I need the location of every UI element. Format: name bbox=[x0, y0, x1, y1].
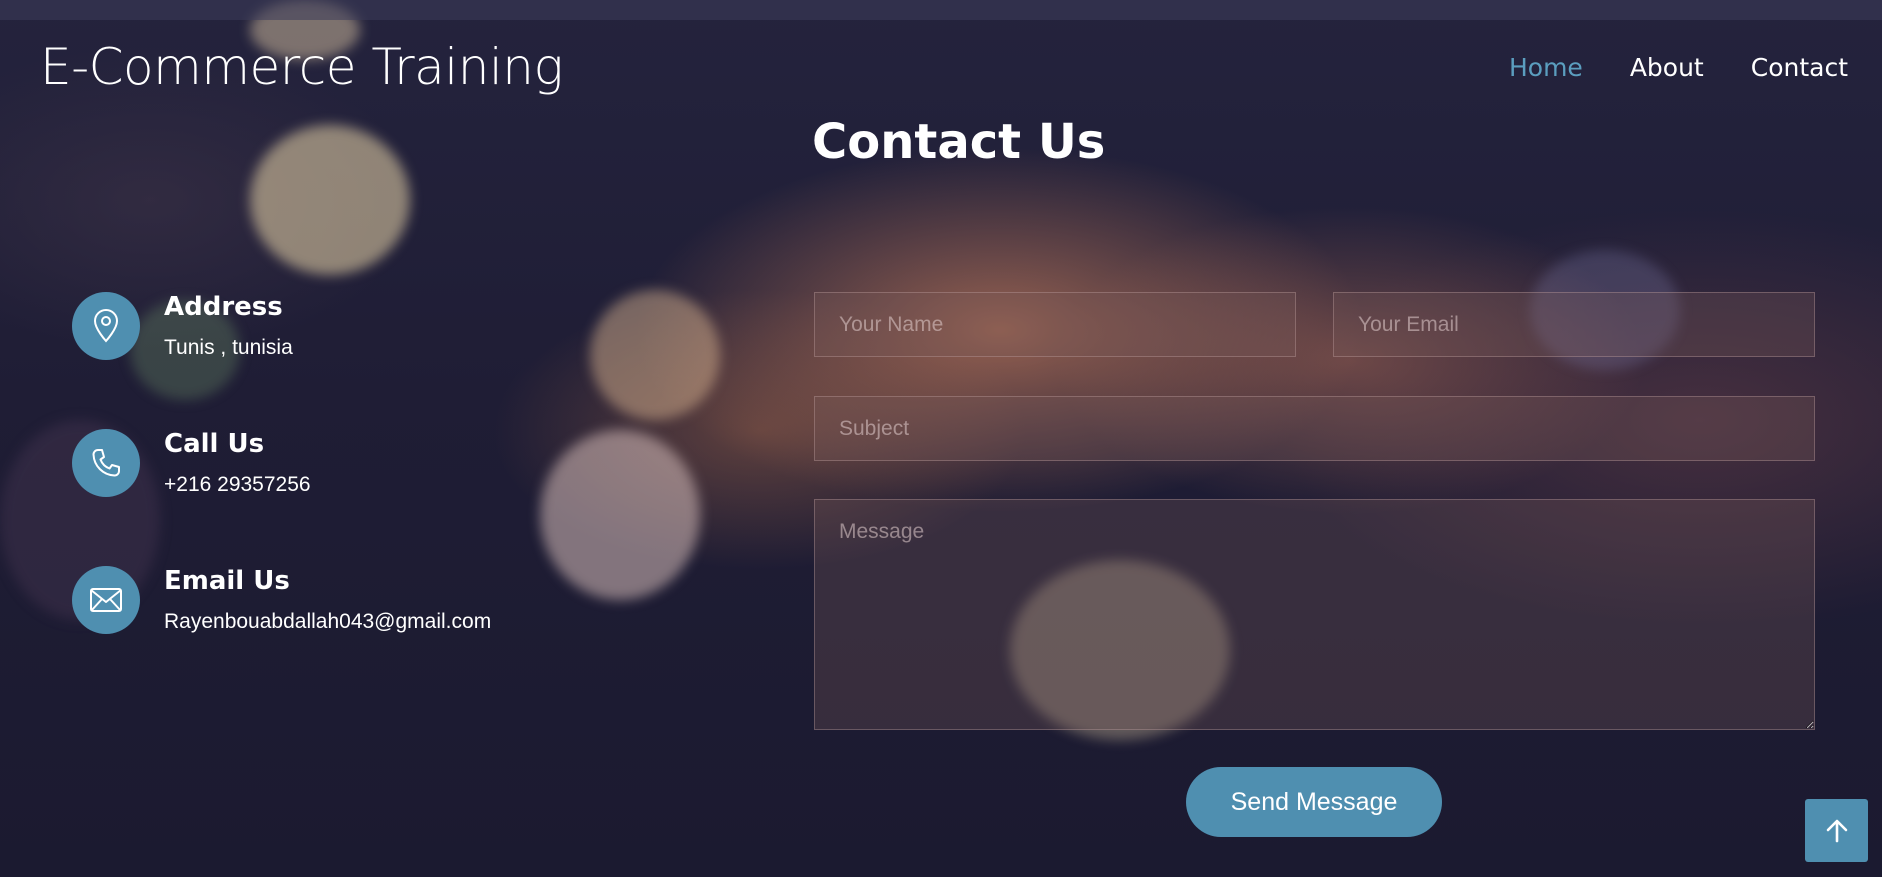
email-heading: Email Us bbox=[164, 566, 290, 596]
name-input[interactable] bbox=[814, 292, 1296, 357]
main-nav: Home About Contact bbox=[1509, 53, 1848, 82]
address-value: Tunis , tunisia bbox=[164, 336, 293, 359]
map-pin-icon bbox=[72, 292, 140, 360]
nav-contact[interactable]: Contact bbox=[1751, 53, 1848, 82]
send-message-button[interactable]: Send Message bbox=[1186, 767, 1442, 837]
site-logo[interactable]: E-Commerce Training bbox=[40, 38, 563, 96]
page-title: Contact Us bbox=[812, 114, 1106, 170]
nav-home[interactable]: Home bbox=[1509, 53, 1583, 82]
phone-icon bbox=[72, 429, 140, 497]
nav-about[interactable]: About bbox=[1630, 53, 1704, 82]
scroll-to-top-button[interactable] bbox=[1805, 799, 1868, 862]
subject-input[interactable] bbox=[814, 396, 1815, 461]
top-strip bbox=[0, 0, 1882, 20]
address-heading: Address bbox=[164, 292, 283, 322]
arrow-up-icon bbox=[1825, 818, 1849, 844]
envelope-icon bbox=[72, 566, 140, 634]
message-textarea[interactable] bbox=[814, 499, 1815, 730]
phone-heading: Call Us bbox=[164, 429, 265, 459]
email-value: Rayenbouabdallah043@gmail.com bbox=[164, 610, 492, 633]
phone-value: +216 29357256 bbox=[164, 473, 311, 496]
email-input[interactable] bbox=[1333, 292, 1815, 357]
